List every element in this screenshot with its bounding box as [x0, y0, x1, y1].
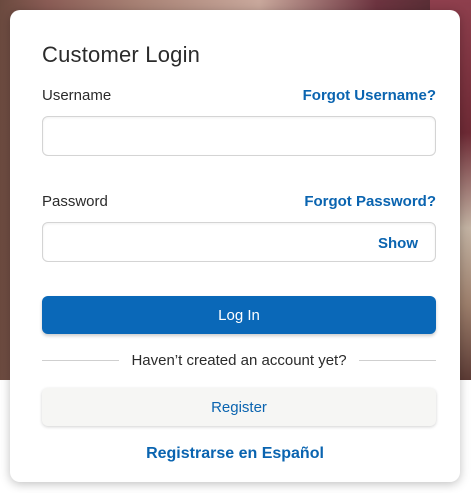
register-spanish-link[interactable]: Registrarse en Español — [10, 445, 460, 463]
username-label: Username — [42, 87, 112, 104]
account-divider: Haven’t created an account yet? — [42, 350, 437, 370]
page-title: Customer Login — [42, 42, 201, 67]
forgot-username-link[interactable]: Forgot Username? — [303, 87, 436, 104]
login-card: Customer Login Username Forgot Username?… — [10, 10, 460, 482]
divider-line-left — [42, 359, 120, 361]
login-button[interactable]: Log In — [42, 296, 436, 334]
username-input[interactable] — [42, 116, 436, 156]
divider-text: Haven’t created an account yet? — [131, 351, 347, 369]
show-password-toggle[interactable]: Show — [378, 235, 418, 252]
divider-line-right — [358, 359, 437, 361]
forgot-password-link[interactable]: Forgot Password? — [304, 193, 436, 210]
password-label: Password — [42, 193, 108, 210]
password-input[interactable] — [42, 222, 436, 262]
register-button[interactable]: Register — [42, 388, 436, 426]
